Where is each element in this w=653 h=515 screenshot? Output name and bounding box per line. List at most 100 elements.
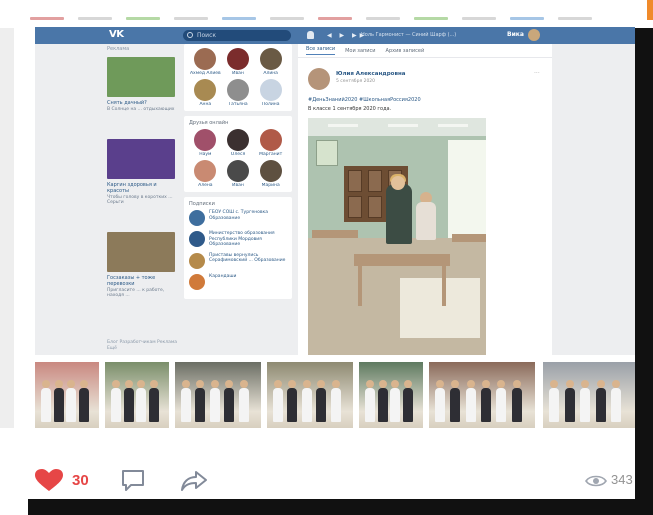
photo-thumbnail[interactable] [267,362,353,428]
friend-name[interactable]: Олеся [222,152,255,157]
community-name[interactable]: Карандаши [209,274,236,280]
avatar[interactable] [194,160,217,182]
post-date[interactable]: 5 сентября 2020 [336,79,375,84]
friend-item[interactable]: Анна [189,79,222,107]
ads-heading: Реклама [107,46,130,52]
comment-icon[interactable] [120,468,146,494]
friend-item[interactable]: Марина [254,160,287,188]
community-avatar[interactable] [189,252,205,269]
photo-thumbnail[interactable] [175,362,261,428]
avatar[interactable] [528,29,540,41]
avatar[interactable] [308,68,330,90]
vk-header: VK Поиск ◀ ▶ ▶▶ Ноль Гармонист — Синий Ш… [35,27,635,44]
bell-icon[interactable] [307,31,314,39]
friend-name[interactable]: Алина [254,71,287,76]
friend-item[interactable]: Наум [189,129,222,157]
avatar[interactable] [226,129,249,151]
photo-thumbnail[interactable] [359,362,423,428]
friend-name[interactable]: Иван [222,71,255,76]
friend-name[interactable]: Иван [222,183,255,188]
friend-item[interactable]: Иван [222,48,255,76]
now-playing[interactable]: Ноль Гармонист — Синий Шарф (...) [361,32,456,38]
ad-title[interactable]: Снять дачный? [107,100,179,106]
friend-name[interactable]: Марина [254,183,287,188]
ad-image[interactable] [107,57,175,97]
avatar[interactable] [226,160,249,182]
subscriptions-title[interactable]: Подписки [189,201,287,207]
tab-archive[interactable]: Архив записей [386,48,425,54]
avatar[interactable] [259,160,282,182]
avatar[interactable] [259,79,282,101]
ad-image[interactable] [107,231,175,272]
ads-footer-links[interactable]: Блог Разработчикам Реклама Ещё [107,340,179,352]
community-avatar[interactable] [189,231,205,247]
avatar[interactable] [226,48,249,70]
feed-tabs: Все записи Мои записи Архив записей [298,44,552,58]
ad-item[interactable]: Каргин здоровья и красоты Чтобы голову в… [107,138,179,206]
avatar[interactable] [194,79,217,101]
friend-item[interactable]: Олеся [222,129,255,157]
friend-name[interactable]: Ахмед Алиев [189,71,222,76]
friends-grid: Ахмед Алиев Иван Алина Анна Татьяна Полина [189,48,287,107]
photo-thumbnail[interactable] [543,362,635,428]
like-count: 30 [72,472,89,489]
browser-tabstrip [30,16,640,21]
ads-column: Реклама Снять дачный? В Солнце на ... от… [107,44,179,355]
friend-name[interactable]: Татьяна [222,102,255,107]
friend-item[interactable]: Марганит [254,129,287,157]
vk-window: VK Поиск ◀ ▶ ▶▶ Ноль Гармонист — Синий Ш… [35,27,635,355]
friend-item[interactable]: Татьяна [222,79,255,107]
ad-subtitle: Пригласите ... к работе, находя ... [107,287,165,299]
ad-title[interactable]: Госзаказы + тоже перевозки [107,275,179,287]
ad-item[interactable]: Снять дачный? В Солнце на ... отдыхающих [107,57,179,113]
friends-online-title[interactable]: Друзья онлайн [189,120,287,126]
community-avatar[interactable] [189,273,205,290]
vk-logo[interactable]: VK [109,29,124,40]
frame-left [0,28,14,428]
friend-name[interactable]: Полина [254,102,287,107]
post-hashtags[interactable]: #ДеньЗнаний2020 #ШкольнаяРоссия2020 [308,97,421,103]
avatar[interactable] [226,79,249,101]
list-item[interactable]: Карандаши [189,273,287,290]
friend-item[interactable]: Полина [254,79,287,107]
community-name[interactable]: Приставы вернулись Серафимовский ... Обр… [209,253,287,264]
post-menu-icon[interactable]: ··· [534,70,540,77]
avatar[interactable] [259,48,282,70]
list-item[interactable]: Министерство образования Республики Морд… [189,231,287,248]
post-photo[interactable] [308,118,486,355]
community-name[interactable]: ГБОУ СОШ с. Тургеновка Образование [209,210,287,221]
heart-icon [35,469,63,491]
friends-online-card: Друзья онлайн Наум Олеся Марганит Алёна Иван… [184,116,292,192]
friend-name[interactable]: Алёна [189,183,222,188]
friend-item[interactable]: Иван [222,160,255,188]
tab-all-posts[interactable]: Все записи [306,46,336,55]
friends-card: Ахмед Алиев Иван Алина Анна Татьяна Полина [184,44,292,111]
photo-thumbnail[interactable] [429,362,535,428]
like-button[interactable]: 30 [34,468,94,492]
ad-title[interactable]: Каргин здоровья и красоты [107,182,179,194]
header-user-name[interactable]: Вика [507,31,524,38]
photo-thumbnail[interactable] [105,362,169,428]
search-placeholder: Поиск [197,32,217,39]
friend-name[interactable]: Анна [189,102,222,107]
community-name[interactable]: Министерство образования Республики Морд… [209,231,287,248]
list-item[interactable]: ГБОУ СОШ с. Тургеновка Образование [189,210,287,226]
friend-item[interactable]: Алёна [189,160,222,188]
share-icon[interactable] [180,470,208,492]
ad-image[interactable] [107,138,175,179]
tab-my-posts[interactable]: Мои записи [345,48,375,54]
avatar[interactable] [194,48,217,70]
ad-item[interactable]: Госзаказы + тоже перевозки Пригласите ..… [107,231,179,299]
list-item[interactable]: Приставы вернулись Серафимовский ... Обр… [189,252,287,269]
friend-name[interactable]: Наум [189,152,222,157]
post-actions-bar: 30 343 [30,462,640,498]
avatar[interactable] [194,129,217,151]
friend-name[interactable]: Марганит [254,152,287,157]
search-input[interactable]: Поиск [183,30,291,41]
post-author[interactable]: Юлия Александровна [336,71,405,77]
community-avatar[interactable] [189,210,205,226]
friend-item[interactable]: Ахмед Алиев [189,48,222,76]
photo-thumbnail[interactable] [35,362,99,428]
friend-item[interactable]: Алина [254,48,287,76]
avatar[interactable] [259,129,282,151]
